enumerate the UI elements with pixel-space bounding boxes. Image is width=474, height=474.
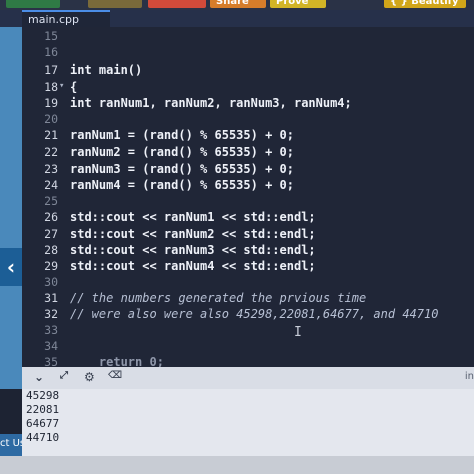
beautify-button[interactable]: { } Beautify [384, 0, 466, 8]
tab-main-cpp[interactable]: main.cpp [22, 10, 110, 27]
code-line: int main() [70, 63, 143, 77]
line-number: 31 [44, 291, 58, 305]
output-line: 44710 [26, 431, 60, 444]
line-number: 29 [44, 259, 58, 273]
code-line: int ranNum1, ranNum2, ranNum3, ranNum4; [70, 96, 352, 110]
line-number: 22 [44, 145, 58, 159]
line-number: 33 [44, 323, 58, 337]
top-toolbar: Share Prove { } Beautify [0, 0, 474, 10]
line-number: 17 [44, 63, 58, 77]
line-number: 21 [44, 128, 58, 142]
output-toolbar: ⌄ ⤢ ⚙ ⌫ in [22, 367, 474, 389]
line-number: 20 [44, 112, 58, 126]
line-number: 28 [44, 243, 58, 257]
code-line: ranNum4 = (rand() % 65535) + 0; [70, 178, 294, 192]
code-line: std::cout << ranNum4 << std::endl; [70, 259, 316, 273]
line-number: 30 [44, 275, 58, 289]
contact-us-link[interactable]: ct Us [0, 434, 22, 456]
chevron-down-icon[interactable]: ⌄ [34, 370, 44, 384]
output-line: 22081 [26, 403, 60, 416]
text-cursor-icon: I [294, 325, 302, 340]
line-number: 27 [44, 227, 58, 241]
code-comment: // were also were also 45298,22081,64677… [70, 307, 439, 321]
line-number: 16 [44, 45, 58, 59]
input-label: in [464, 371, 474, 382]
stop-button[interactable] [148, 0, 206, 8]
chevron-left-icon[interactable]: ‹ [0, 248, 22, 286]
run-button[interactable] [6, 0, 60, 8]
code-line: std::cout << ranNum2 << std::endl; [70, 227, 316, 241]
expand-icon[interactable]: ⤢ [60, 370, 68, 381]
code-line: ranNum2 = (rand() % 65535) + 0; [70, 145, 294, 159]
code-line: std::cout << ranNum1 << std::endl; [70, 210, 316, 224]
line-number: 26 [44, 210, 58, 224]
code-editor[interactable]: 15 16 17 18 19 20 21 22 23 24 25 26 27 2… [22, 27, 474, 369]
line-number: 34 [44, 339, 58, 353]
code-line: ranNum1 = (rand() % 65535) + 0; [70, 128, 294, 142]
code-line: std::cout << ranNum3 << std::endl; [70, 243, 316, 257]
gear-icon[interactable]: ⚙ [84, 370, 95, 384]
output-line: 45298 [26, 389, 60, 402]
footer [0, 456, 474, 474]
line-number: 32 [44, 307, 58, 321]
share-button[interactable]: Prove [270, 0, 326, 8]
code-line: ranNum3 = (rand() % 65535) + 0; [70, 162, 294, 176]
code-comment: // the numbers generated the prvious tim… [70, 291, 367, 305]
save-button[interactable]: Share [210, 0, 266, 8]
debug-button[interactable] [88, 0, 142, 8]
line-number: 19 [44, 96, 58, 110]
code-line: { [70, 80, 78, 94]
tab-bar: main.cpp [0, 10, 474, 27]
clear-icon[interactable]: ⌫ [108, 370, 122, 381]
fold-icon[interactable]: ▾ [59, 81, 64, 91]
left-sidebar [0, 27, 22, 389]
line-number: 25 [44, 194, 58, 208]
line-number: 15 [44, 29, 58, 43]
line-number: 24 [44, 178, 58, 192]
line-number: 18 [44, 80, 58, 94]
output-line: 64677 [26, 417, 60, 430]
line-number: 23 [44, 162, 58, 176]
